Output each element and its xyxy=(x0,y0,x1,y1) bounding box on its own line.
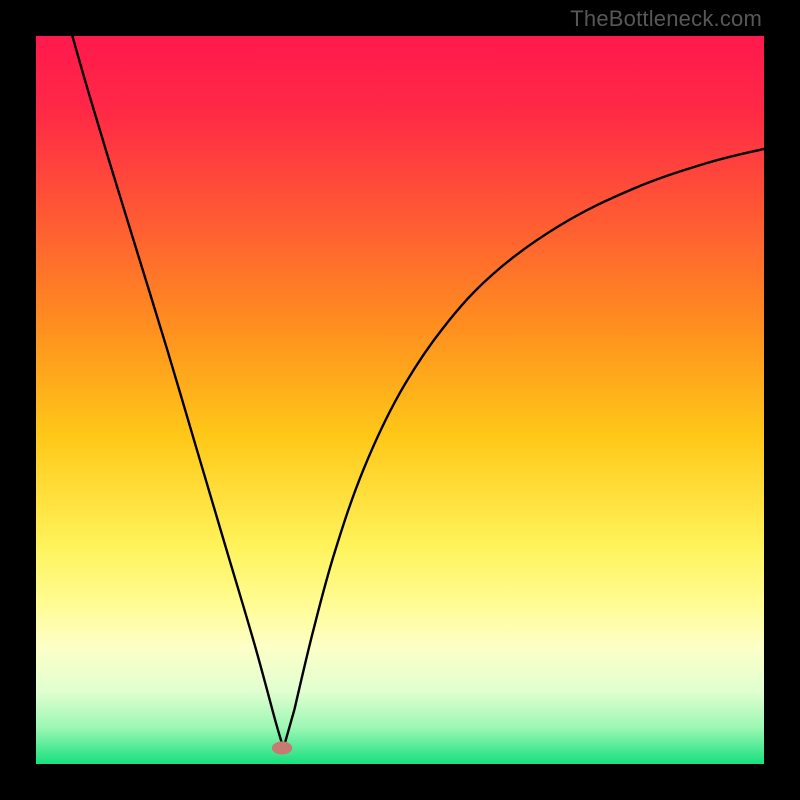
watermark-text: TheBottleneck.com xyxy=(570,6,762,32)
gradient-background xyxy=(36,36,764,764)
optimum-marker xyxy=(272,741,292,754)
chart-frame xyxy=(36,36,764,764)
bottleneck-chart xyxy=(36,36,764,764)
